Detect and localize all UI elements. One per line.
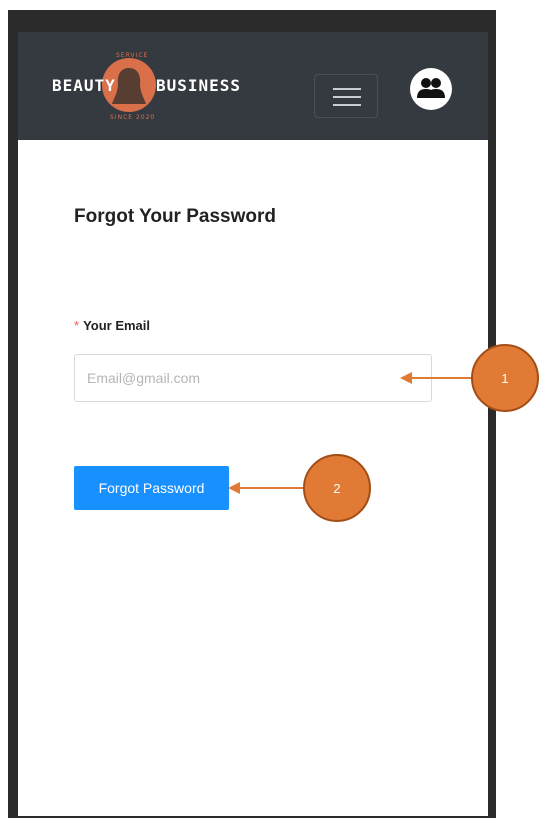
user-account-button[interactable]	[410, 68, 452, 110]
email-label-text: Your Email	[83, 318, 151, 333]
forgot-password-button[interactable]: Forgot Password	[74, 466, 229, 510]
logo-word-business: BUSINESS	[156, 76, 242, 95]
brand-logo[interactable]: SERVICE BEAUTY BUSINESS SINCE 2020	[52, 44, 240, 128]
users-icon	[417, 78, 445, 98]
hamburger-line	[333, 104, 361, 106]
email-label: * Your Email	[74, 318, 150, 333]
app-screen: SERVICE BEAUTY BUSINESS SINCE 2020 Forgo…	[18, 32, 488, 816]
annotation-callout-1: 1	[471, 344, 539, 412]
page-title: Forgot Your Password	[74, 206, 276, 227]
navbar: SERVICE BEAUTY BUSINESS SINCE 2020	[18, 32, 488, 140]
annotation-callout-2: 2	[303, 454, 371, 522]
hamburger-menu-button[interactable]	[314, 74, 378, 118]
email-input[interactable]	[74, 354, 432, 402]
logo-tagline-top: SERVICE	[116, 52, 149, 59]
logo-word-beauty: BEAUTY	[52, 76, 116, 95]
hamburger-line	[333, 96, 361, 98]
hamburger-icon	[333, 88, 361, 90]
required-marker: *	[74, 318, 80, 333]
logo-tagline-bottom: SINCE 2020	[110, 114, 156, 121]
